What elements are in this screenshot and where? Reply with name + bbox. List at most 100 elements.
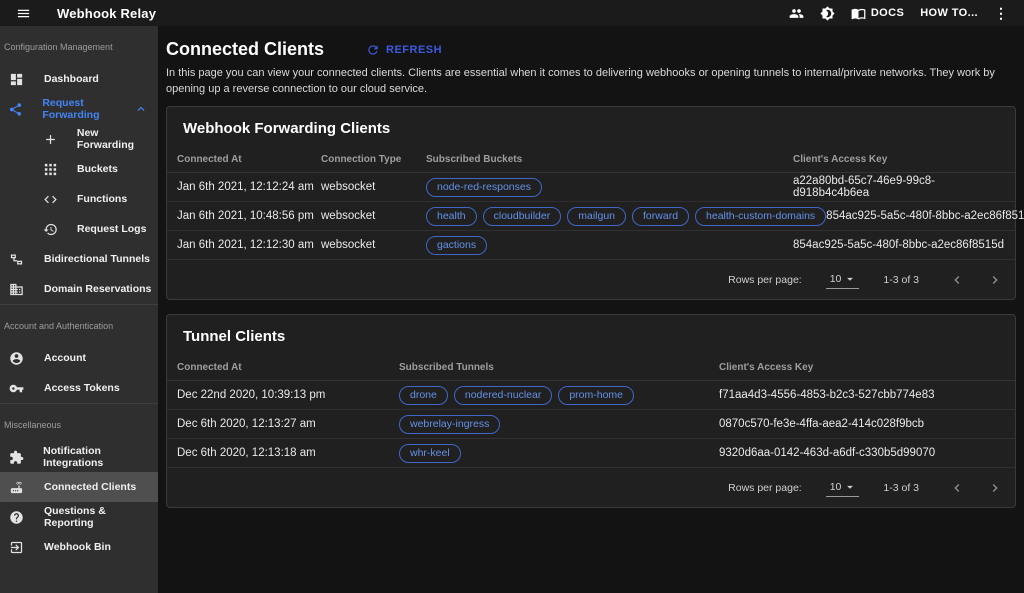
cell-connected-at: Dec 22nd 2020, 10:39:13 pm	[177, 389, 399, 401]
next-page-button[interactable]	[983, 476, 1007, 500]
cell-connected-at: Jan 6th 2021, 10:48:56 pm	[177, 210, 321, 222]
tunnel-clients-card: Tunnel Clients Connected At Subscribed T…	[166, 314, 1016, 508]
forwarding-table-header: Connected At Connection Type Subscribed …	[167, 147, 1015, 173]
theme-icon[interactable]	[812, 2, 843, 25]
sidebar-item-connected-clients[interactable]: Connected Clients	[0, 472, 158, 502]
how-to-button[interactable]: HOW TO...	[912, 3, 986, 23]
webhook-forwarding-clients-card: Webhook Forwarding Clients Connected At …	[166, 106, 1016, 300]
col-access-key: Client's Access Key	[793, 154, 1005, 165]
sidebar-item-account[interactable]: Account	[0, 343, 158, 373]
col-connected-at: Connected At	[177, 362, 399, 373]
tunnel-chip[interactable]: drone	[399, 386, 448, 405]
sidebar-item-new-forwarding[interactable]: New Forwarding	[0, 124, 158, 154]
sidebar-item-functions[interactable]: Functions	[0, 184, 158, 214]
rows-per-page-select[interactable]: 10	[826, 271, 860, 289]
puzzle-icon	[8, 450, 24, 465]
table-row: Jan 6th 2021, 12:12:24 am websocket node…	[167, 173, 1015, 202]
cell-connection-type: websocket	[321, 210, 426, 222]
sidebar-item-webhook-bin[interactable]: Webhook Bin	[0, 532, 158, 562]
cell-access-key: 854ac925-5a5c-480f-8bbc-a2ec86f8515d	[793, 239, 1005, 251]
col-subscribed-tunnels: Subscribed Tunnels	[399, 362, 719, 373]
tunnels-pagination: Rows per page: 10 1-3 of 3	[167, 468, 1015, 507]
section-label-miscellaneous: Miscellaneous	[0, 404, 158, 442]
chevron-right-icon	[987, 480, 1003, 496]
prev-page-button[interactable]	[945, 476, 969, 500]
tunnel-chip[interactable]: prom-home	[558, 386, 634, 405]
docs-button[interactable]: DOCS	[843, 2, 912, 25]
sidebar-item-domain-reservations[interactable]: Domain Reservations	[0, 274, 158, 304]
sidebar-item-questions-reporting[interactable]: Questions & Reporting	[0, 502, 158, 532]
sidebar-item-request-forwarding[interactable]: Request Forwarding	[0, 94, 158, 124]
exit-icon	[8, 540, 25, 555]
key-icon	[8, 381, 25, 396]
bucket-chip[interactable]: health-custom-domains	[695, 207, 826, 226]
sidebar-item-bidirectional-tunnels[interactable]: Bidirectional Tunnels	[0, 244, 158, 274]
col-connected-at: Connected At	[177, 154, 321, 165]
col-connection-type: Connection Type	[321, 154, 426, 165]
tunnel-chip[interactable]: whr-keel	[399, 444, 461, 463]
bucket-chip[interactable]: health	[426, 207, 477, 226]
tunnels-table-header: Connected At Subscribed Tunnels Client's…	[167, 355, 1015, 381]
page-description: In this page you can view your connected…	[166, 65, 1016, 97]
bucket-chip[interactable]: node-red-responses	[426, 178, 542, 197]
refresh-label: REFRESH	[386, 44, 442, 56]
tunnel-chip[interactable]: webrelay-ingress	[399, 415, 500, 434]
rows-per-page-label: Rows per page:	[728, 482, 802, 494]
rows-per-page-select[interactable]: 10	[826, 479, 860, 497]
bucket-chip[interactable]: gactions	[426, 236, 487, 255]
chevron-left-icon	[949, 272, 965, 288]
chevron-up-icon	[134, 102, 148, 116]
bucket-chip[interactable]: mailgun	[567, 207, 626, 226]
sidebar-item-buckets[interactable]: Buckets	[0, 154, 158, 184]
bucket-chip[interactable]: forward	[632, 207, 689, 226]
main-content: Connected Clients REFRESH In this page y…	[158, 26, 1024, 593]
card-title-tunnels: Tunnel Clients	[167, 315, 1015, 355]
sidebar-item-access-tokens[interactable]: Access Tokens	[0, 373, 158, 403]
col-subscribed-buckets: Subscribed Buckets	[426, 154, 793, 165]
table-row: Dec 6th 2020, 12:13:27 am webrelay-ingre…	[167, 410, 1015, 439]
next-page-button[interactable]	[983, 268, 1007, 292]
page-range: 1-3 of 3	[883, 482, 919, 494]
cell-access-key: a22a80bd-65c7-46e9-99c8-d918b4c4b6ea	[793, 175, 1005, 199]
section-label-account: Account and Authentication	[0, 305, 158, 343]
cell-connection-type: websocket	[321, 181, 426, 193]
cell-connected-at: Dec 6th 2020, 12:13:18 am	[177, 447, 399, 459]
tunnels-icon	[8, 252, 25, 267]
card-title-forwarding: Webhook Forwarding Clients	[167, 107, 1015, 147]
table-row: Jan 6th 2021, 10:48:56 pm websocket heal…	[167, 202, 1015, 231]
code-icon	[42, 192, 59, 207]
chevron-right-icon	[987, 272, 1003, 288]
cell-access-key: f71aa4d3-4556-4853-b2c3-527cbb774e83	[719, 389, 1005, 401]
prev-page-button[interactable]	[945, 268, 969, 292]
grid-icon	[42, 162, 59, 177]
cell-connected-at: Dec 6th 2020, 12:13:27 am	[177, 418, 399, 430]
table-row: Dec 6th 2020, 12:13:18 am whr-keel 9320d…	[167, 439, 1015, 468]
docs-label: DOCS	[871, 7, 904, 19]
users-icon[interactable]	[781, 2, 812, 25]
chevron-down-icon	[843, 272, 857, 286]
domain-icon	[8, 282, 25, 297]
col-access-key: Client's Access Key	[719, 362, 1005, 373]
cell-connection-type: websocket	[321, 239, 426, 251]
dashboard-icon	[8, 72, 25, 87]
chevron-down-icon	[843, 480, 857, 494]
how-to-label: HOW TO...	[920, 7, 978, 19]
topbar: Webhook Relay DOCS HOW TO... ⋮	[0, 0, 1024, 26]
kebab-icon[interactable]: ⋮	[986, 4, 1016, 22]
book-icon	[851, 6, 866, 21]
forwarding-pagination: Rows per page: 10 1-3 of 3	[167, 260, 1015, 299]
menu-icon[interactable]	[8, 2, 39, 25]
sidebar-item-dashboard[interactable]: Dashboard	[0, 64, 158, 94]
table-row: Jan 6th 2021, 12:12:30 am websocket gact…	[167, 231, 1015, 260]
sidebar-item-request-logs[interactable]: Request Logs	[0, 214, 158, 244]
router-icon	[8, 480, 25, 495]
cell-connected-at: Jan 6th 2021, 12:12:24 am	[177, 181, 321, 193]
bucket-chip[interactable]: cloudbuilder	[483, 207, 562, 226]
sidebar-item-notification-integrations[interactable]: Notification Integrations	[0, 442, 158, 472]
tunnel-chip[interactable]: nodered-nuclear	[454, 386, 552, 405]
refresh-button[interactable]: REFRESH	[366, 43, 442, 57]
sidebar: Configuration Management Dashboard Reque…	[0, 26, 158, 593]
cell-access-key: 9320d6aa-0142-463d-a6df-c330b5d99070	[719, 447, 1005, 459]
share-hub-icon	[8, 102, 23, 117]
section-label-configuration: Configuration Management	[0, 26, 158, 64]
